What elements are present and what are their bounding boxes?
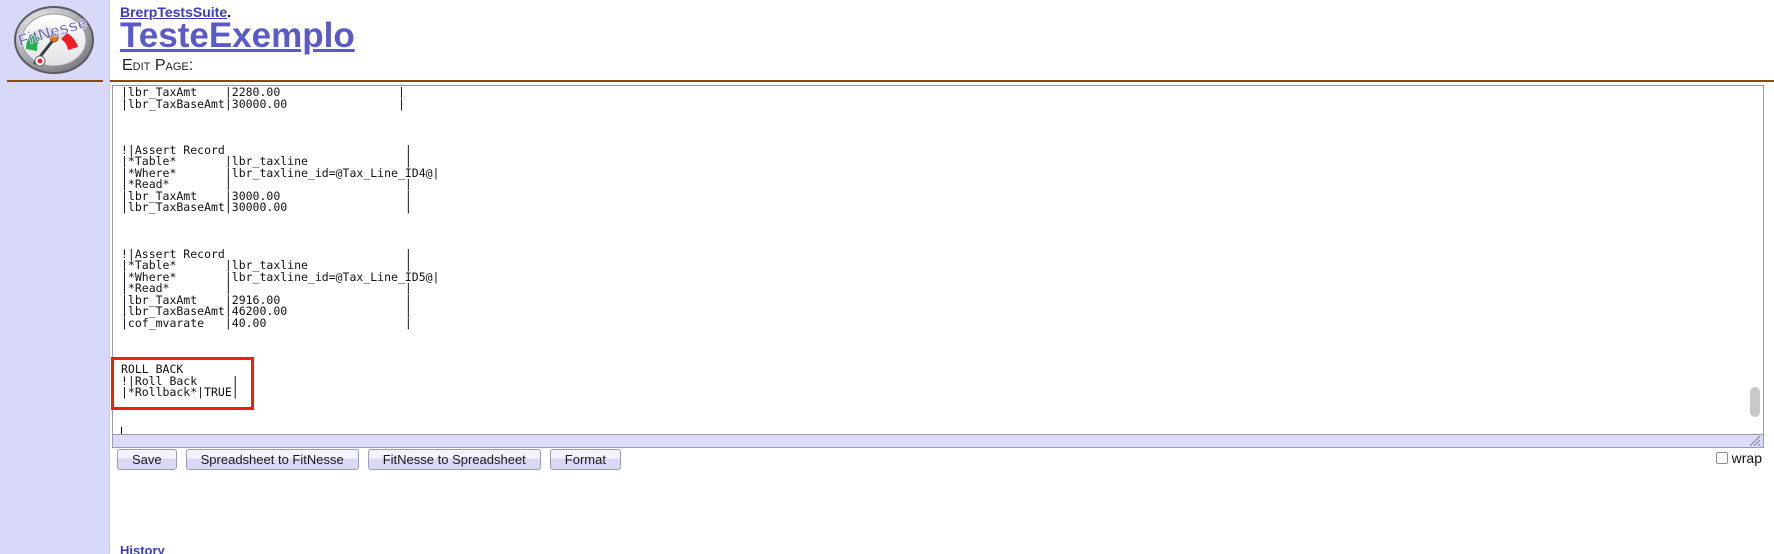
wrap-label[interactable]: wrap <box>1732 450 1762 466</box>
format-button[interactable]: Format <box>549 449 621 470</box>
sidebar: FitNesse <box>0 0 110 554</box>
editor-scrollbar[interactable] <box>1749 87 1762 434</box>
wrap-option-group[interactable]: wrap <box>1715 450 1762 466</box>
page-header: BrerpTestsSuite. TesteExemplo Edit Page: <box>110 0 1774 82</box>
fitnesse-to-spreadsheet-button[interactable]: FitNesse to Spreadsheet <box>367 449 541 470</box>
text-caret <box>121 427 122 434</box>
fitnesse-edit-page: FitNesse BrerpTestsSuite. TesteExemplo E… <box>0 0 1774 554</box>
editor-content[interactable]: |lbr_TaxAmt |2280.00 | |lbr_TaxBaseAmt|3… <box>121 86 440 399</box>
edit-page-label: Edit Page: <box>122 57 194 74</box>
fitnesse-gauge-logo[interactable]: FitNesse <box>12 5 96 75</box>
save-button[interactable]: Save <box>117 449 177 470</box>
header-divider <box>110 80 1774 82</box>
wrap-checkbox[interactable] <box>1715 452 1728 464</box>
footer-link[interactable]: History <box>120 543 165 554</box>
editor-toolbar: Save Spreadsheet to FitNesse FitNesse to S… <box>117 449 630 471</box>
spreadsheet-to-fitnesse-button[interactable]: Spreadsheet to FitNesse <box>185 449 359 470</box>
wiki-text-editor[interactable]: |lbr_TaxAmt |2280.00 | |lbr_TaxBaseAmt|3… <box>112 85 1764 435</box>
sidebar-divider <box>7 80 103 82</box>
editor-scrollbar-thumb[interactable] <box>1750 387 1760 417</box>
resize-grip-icon[interactable] <box>1750 436 1761 446</box>
page-title[interactable]: TesteExemplo <box>120 17 355 55</box>
textarea-resize-strip[interactable] <box>112 435 1764 448</box>
